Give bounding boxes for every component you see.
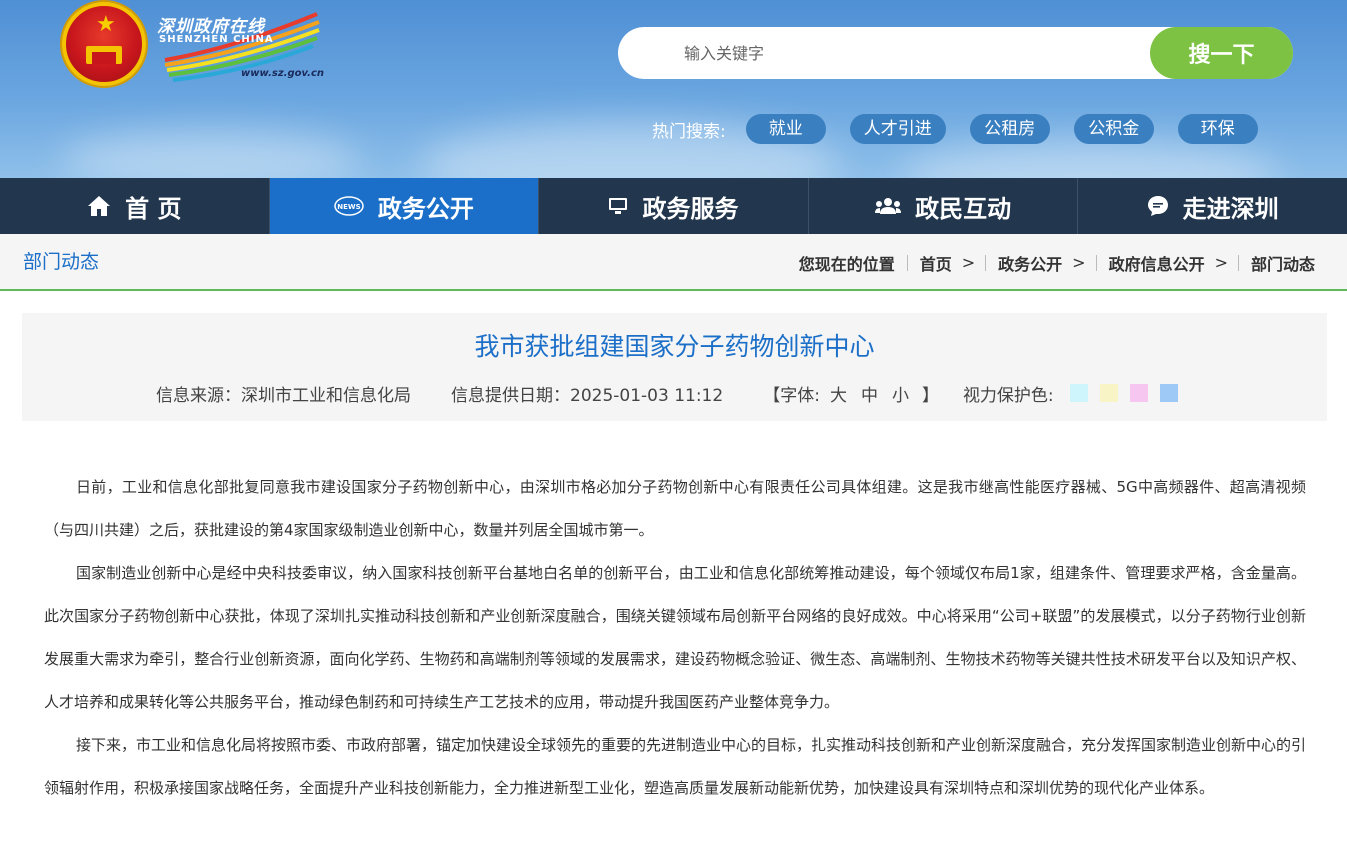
font-size-large[interactable]: 大	[830, 381, 847, 406]
article-source: 信息来源：深圳市工业和信息化局	[156, 385, 411, 406]
news-icon: NEWS	[334, 196, 364, 216]
home-icon	[87, 195, 111, 217]
article-header: 我市获批组建国家分子药物创新中心 信息来源：深圳市工业和信息化局 信息提供日期：…	[22, 313, 1327, 421]
header-cloud	[900, 140, 1280, 178]
eye-color-blue[interactable]	[1159, 384, 1178, 402]
article-meta: 信息来源：深圳市工业和信息化局 信息提供日期：2025-01-03 11:12 …	[156, 381, 1178, 406]
breadcrumb-government-affairs[interactable]: 政务公开	[998, 251, 1062, 275]
breadcrumb-info-disclosure[interactable]: 政府信息公开	[1109, 251, 1205, 275]
hot-tag-talent[interactable]: 人才引进	[849, 114, 946, 144]
breadcrumb-separator: >	[961, 253, 976, 272]
eye-color-cyan[interactable]	[1069, 384, 1088, 402]
nav-item-about-shenzhen[interactable]: 走进深圳	[1078, 178, 1347, 234]
eye-protection-label: 视力保护色:	[962, 385, 1054, 406]
logo-url-text: www.sz.gov.cn	[241, 68, 325, 79]
breadcrumb-bar: 部门动态 您现在的位置 首页 > 政务公开 > 政府信息公开 > 部门动态	[0, 234, 1347, 291]
section-title[interactable]: 部门动态	[23, 234, 99, 291]
breadcrumb: 您现在的位置 首页 > 政务公开 > 政府信息公开 > 部门动态	[799, 234, 1315, 291]
nav-item-government-affairs[interactable]: NEWS 政务公开	[269, 178, 540, 234]
eye-color-pink[interactable]	[1129, 384, 1148, 402]
hot-search-bar: 热门搜索: 就业 人才引进 公租房 公积金 环保	[652, 114, 1282, 144]
logo-english-text: SHENZHEN CHINA	[159, 34, 274, 45]
breadcrumb-separator: >	[1072, 253, 1086, 272]
font-size-small[interactable]: 小	[892, 381, 909, 406]
breadcrumb-label: 您现在的位置	[798, 254, 895, 274]
search-button[interactable]: 搜一下	[1150, 27, 1293, 79]
national-emblem-icon[interactable]: ★	[62, 2, 146, 86]
chat-bubble-icon	[1147, 195, 1169, 217]
site-logo[interactable]: 深圳政府在线 SHENZHEN CHINA www.sz.gov.cn	[155, 8, 325, 86]
site-header: ★ 深圳政府在线 SHENZHEN CHINA www.sz.gov.cn 搜一…	[0, 0, 1347, 178]
people-icon	[875, 197, 902, 215]
hot-tag-employment[interactable]: 就业	[745, 114, 826, 144]
article-title: 我市获批组建国家分子药物创新中心	[474, 332, 875, 361]
nav-label: 政务公开	[377, 194, 474, 223]
hot-tag-housing-fund[interactable]: 公积金	[1073, 114, 1154, 144]
breadcrumb-divider	[906, 254, 908, 271]
article-paragraph: 接下来，市工业和信息化局将按照市委、市政府部署，锚定加快建设全球领先的重要的先进…	[44, 736, 1307, 797]
nav-item-home[interactable]: 首 页	[0, 178, 270, 234]
article-paragraph: 日前，工业和信息化部批复同意我市建设国家分子药物创新中心，由深圳市格必加分子药物…	[44, 478, 1306, 539]
nav-label: 政民互动	[915, 194, 1012, 223]
svg-text:NEWS: NEWS	[337, 203, 360, 211]
nav-label: 走进深圳	[1182, 194, 1279, 223]
breadcrumb-home[interactable]: 首页	[920, 251, 952, 275]
breadcrumb-separator: >	[1214, 253, 1228, 272]
font-size-close: 】	[921, 385, 939, 406]
breadcrumb-divider	[1237, 254, 1239, 271]
nav-item-government-services[interactable]: 政务服务	[539, 178, 809, 234]
main-nav: 首 页 NEWS 政务公开 政务服务 政民互动 走进深圳	[0, 178, 1347, 234]
article-date: 信息提供日期：2025-01-03 11:12	[451, 385, 724, 406]
header-cloud	[60, 130, 360, 178]
article-paragraph: 国家制造业创新中心是经中央科技委审议，纳入国家科技创新平台基地白名单的创新平台，…	[44, 564, 1306, 711]
hot-search-label: 热门搜索:	[652, 121, 726, 142]
nav-label: 政务服务	[642, 194, 739, 223]
search-input[interactable]	[682, 27, 1142, 79]
nav-label: 首 页	[125, 194, 182, 223]
monitor-icon	[608, 197, 628, 215]
article-body: 日前，工业和信息化部批复同意我市建设国家分子药物创新中心，由深圳市格必加分子药物…	[44, 466, 1306, 810]
font-size-medium[interactable]: 中	[861, 381, 878, 406]
breadcrumb-divider	[985, 254, 987, 271]
breadcrumb-divider	[1095, 254, 1097, 271]
font-size-label: 【字体:	[763, 385, 820, 406]
eye-color-yellow[interactable]	[1099, 384, 1118, 402]
nav-item-interaction[interactable]: 政民互动	[809, 178, 1079, 234]
hot-tag-public-housing[interactable]: 公租房	[969, 114, 1050, 144]
breadcrumb-department-news[interactable]: 部门动态	[1251, 251, 1315, 275]
hot-tag-environment[interactable]: 环保	[1177, 114, 1258, 144]
search-box: 搜一下	[618, 27, 1293, 79]
